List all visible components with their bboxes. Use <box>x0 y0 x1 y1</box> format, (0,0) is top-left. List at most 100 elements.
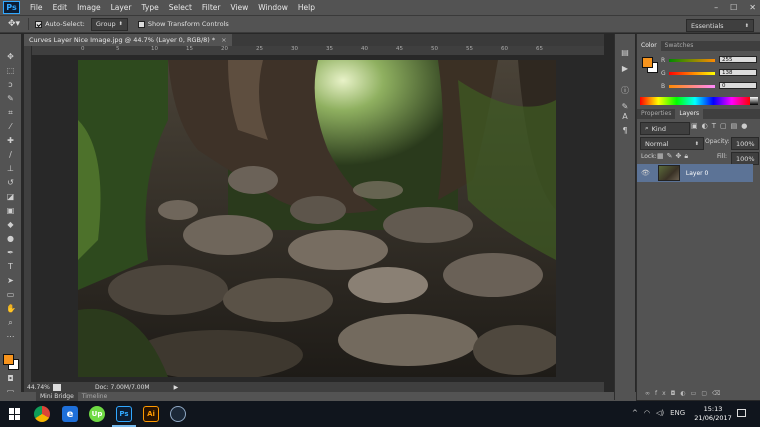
type-tool-icon[interactable]: T <box>6 262 15 271</box>
healing-brush-tool-icon[interactable]: ✚ <box>6 136 15 145</box>
shape-tool-icon[interactable]: ▭ <box>6 290 15 299</box>
pixel-filter-icon[interactable]: ▣ <box>691 122 702 130</box>
volume-icon[interactable]: ◁) <box>656 409 664 417</box>
move-tool-preset-icon[interactable]: ✥▾ <box>8 19 20 29</box>
export-icon[interactable] <box>53 383 61 391</box>
chrome-icon[interactable] <box>34 406 50 422</box>
eye-icon[interactable]: 👁︎ <box>641 169 650 177</box>
menu-type[interactable]: Type <box>142 3 159 12</box>
notification-icon[interactable] <box>737 409 746 417</box>
clone-stamp-tool-icon[interactable]: ⊥ <box>6 164 15 173</box>
filter-toggle-icon[interactable]: ● <box>741 122 751 130</box>
blur-tool-icon[interactable]: ◆ <box>6 220 15 229</box>
show-transform-controls-checkbox[interactable] <box>137 20 145 28</box>
zoom-tool-icon[interactable]: ⌕ <box>6 318 15 327</box>
adjustment-filter-icon[interactable]: ◐ <box>702 122 712 130</box>
b-slider[interactable] <box>669 85 715 88</box>
trash-icon[interactable]: ⌫ <box>712 390 725 397</box>
layer-row[interactable]: 👁︎ Layer 0 <box>637 164 753 182</box>
link-layers-icon[interactable]: ∞ <box>645 390 655 397</box>
brush-panel-icon[interactable]: ✎ <box>620 102 630 112</box>
menu-filter[interactable]: Filter <box>202 3 221 12</box>
color-spectrum-bar[interactable] <box>640 97 750 105</box>
history-brush-tool-icon[interactable]: ↺ <box>6 178 15 187</box>
actions-panel-icon[interactable]: ▶ <box>620 64 630 74</box>
layer-name[interactable]: Layer 0 <box>686 170 708 177</box>
foreground-color-swatch[interactable] <box>3 354 14 365</box>
tab-properties[interactable]: Properties <box>637 109 675 119</box>
paragraph-panel-icon[interactable]: ¶ <box>620 126 630 136</box>
document-tab[interactable]: Curves Layer Nice Image.jpg @ 44.7% (Lay… <box>24 34 232 46</box>
menu-view[interactable]: View <box>230 3 248 12</box>
layer-filter-dropdown[interactable]: ⌕ Kind <box>640 122 690 135</box>
adjustment-layer-icon[interactable]: ◐ <box>680 390 690 397</box>
photoshop-taskbar-icon[interactable]: Ps <box>116 406 132 422</box>
history-panel-icon[interactable]: ▤ <box>620 48 630 58</box>
character-panel-icon[interactable]: A <box>620 112 630 122</box>
fx-icon[interactable]: fx <box>655 390 671 397</box>
minimize-button[interactable]: – <box>714 3 718 12</box>
b-value-field[interactable]: 0 <box>719 82 757 89</box>
marquee-tool-icon[interactable]: ⬚ <box>6 66 15 75</box>
tab-mini-bridge[interactable]: Mini Bridge <box>36 392 78 401</box>
lock-all-icon[interactable]: 🔒︎ <box>684 152 691 160</box>
eyedropper-tool-icon[interactable]: ⁄ <box>6 122 15 131</box>
dodge-tool-icon[interactable]: ● <box>6 234 15 243</box>
opacity-field[interactable]: 100% <box>731 137 759 150</box>
path-selection-tool-icon[interactable]: ➤ <box>6 276 15 285</box>
r-value-field[interactable]: 255 <box>719 56 757 63</box>
new-layer-icon[interactable]: ▢ <box>701 390 712 397</box>
r-slider[interactable] <box>669 59 715 62</box>
status-menu-arrow-icon[interactable]: ▶ <box>174 384 179 391</box>
lasso-tool-icon[interactable]: ↄ <box>6 80 15 89</box>
brush-tool-icon[interactable]: ∕ <box>6 150 15 159</box>
tab-timeline[interactable]: Timeline <box>78 393 112 400</box>
windows-start-icon[interactable] <box>9 408 21 420</box>
close-button[interactable]: ✕ <box>749 3 756 12</box>
pen-tool-icon[interactable]: ✒ <box>6 248 15 257</box>
lock-pixels-icon[interactable]: ✎ <box>667 152 676 160</box>
language-indicator[interactable]: ENG <box>670 409 685 417</box>
close-tab-icon[interactable]: × <box>221 36 226 44</box>
lock-transparent-icon[interactable]: ▦ <box>657 152 667 160</box>
menu-window[interactable]: Window <box>258 3 288 12</box>
workspace-dropdown[interactable]: Essentials ⬍ <box>686 19 754 32</box>
upwork-icon[interactable]: Up <box>89 406 105 422</box>
add-mask-icon[interactable]: ◘ <box>671 390 681 397</box>
hand-tool-icon[interactable]: ✋ <box>6 304 16 313</box>
eraser-tool-icon[interactable]: ◪ <box>6 192 15 201</box>
clock[interactable]: 15:13 21/06/2017 <box>694 405 732 423</box>
shape-filter-icon[interactable]: ▢ <box>720 122 731 130</box>
zoom-level[interactable]: 44.74% <box>27 384 53 391</box>
chevron-up-icon[interactable]: ^ <box>632 409 638 417</box>
blend-mode-dropdown[interactable]: Normal ⬍ <box>640 137 704 150</box>
maximize-button[interactable]: ☐ <box>730 3 737 12</box>
group-icon[interactable]: ▭ <box>691 390 702 397</box>
smart-object-filter-icon[interactable]: ▤ <box>731 122 742 130</box>
illustrator-icon[interactable]: Ai <box>143 406 159 422</box>
g-value-field[interactable]: 138 <box>719 69 757 76</box>
auto-select-dropdown[interactable]: Group ⬍ <box>90 17 128 31</box>
menu-file[interactable]: File <box>30 3 43 12</box>
type-filter-icon[interactable]: T <box>712 122 720 130</box>
quick-mask-icon[interactable]: ◘ <box>6 374 15 383</box>
quick-selection-tool-icon[interactable]: ✎ <box>6 94 15 103</box>
more-tools-icon[interactable]: ⋯ <box>6 332 15 341</box>
auto-select-checkbox[interactable] <box>35 20 43 28</box>
tab-layers[interactable]: Layers <box>675 109 704 119</box>
steam-icon[interactable] <box>170 406 186 422</box>
menu-image[interactable]: Image <box>77 3 101 12</box>
gradient-tool-icon[interactable]: ▣ <box>6 206 15 215</box>
menu-layer[interactable]: Layer <box>111 3 132 12</box>
color-foreground-swatch[interactable] <box>642 57 653 68</box>
menu-select[interactable]: Select <box>169 3 192 12</box>
menu-help[interactable]: Help <box>298 3 315 12</box>
tab-color[interactable]: Color <box>637 41 661 51</box>
menu-edit[interactable]: Edit <box>53 3 68 12</box>
move-tool-icon[interactable]: ✥ <box>6 52 15 61</box>
edge-icon[interactable]: e <box>62 406 78 422</box>
network-icon[interactable]: ◠ <box>644 409 650 417</box>
spectrum-black-white[interactable] <box>750 97 758 105</box>
tab-swatches[interactable]: Swatches <box>661 41 698 51</box>
g-slider[interactable] <box>669 72 715 75</box>
